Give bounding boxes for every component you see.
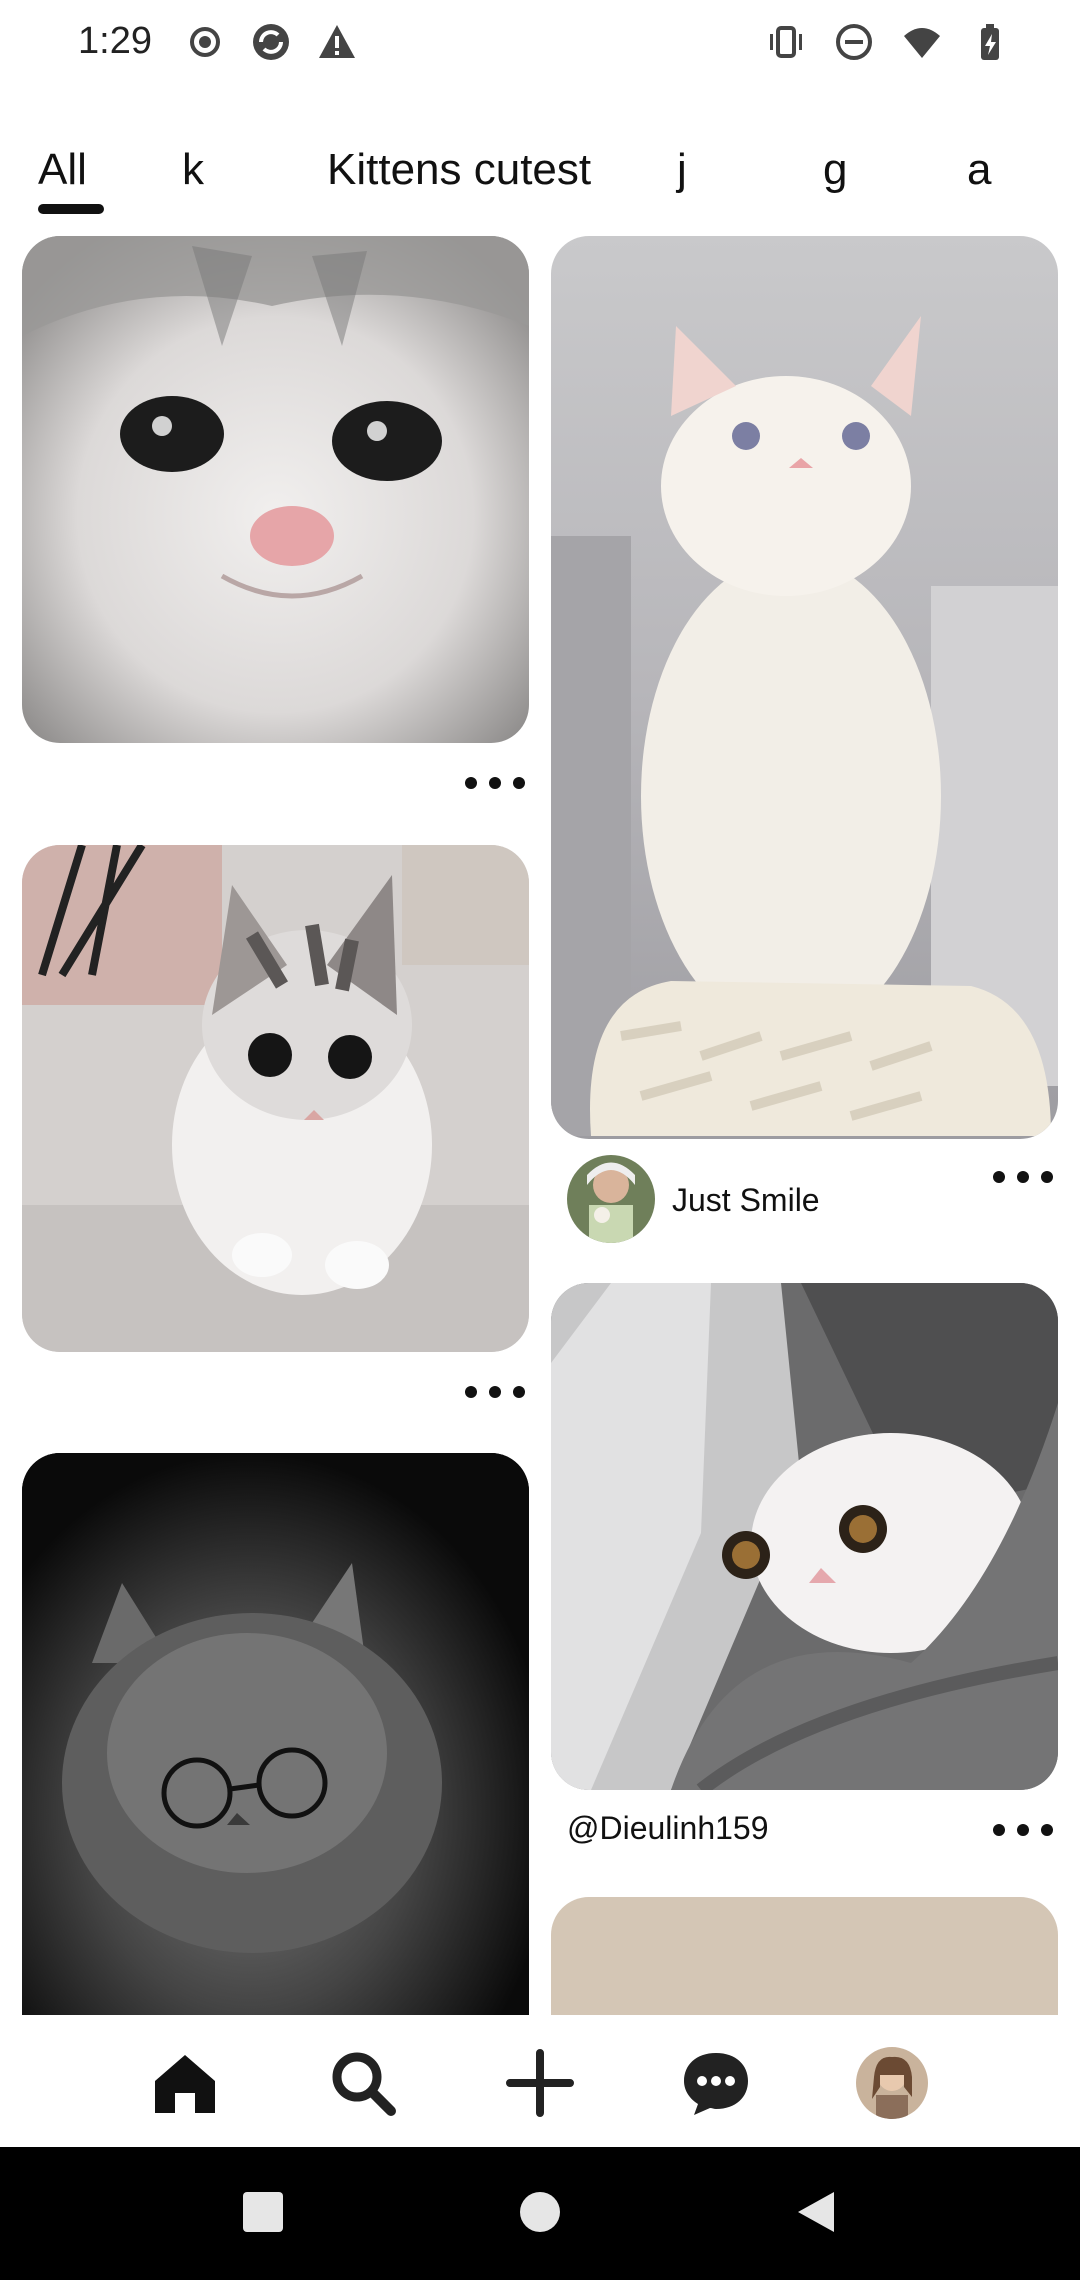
author-avatar[interactable] xyxy=(567,1155,655,1243)
pin-image[interactable] xyxy=(22,845,529,1352)
create-icon[interactable] xyxy=(504,2047,576,2119)
pin-more-button[interactable] xyxy=(465,1377,525,1407)
recents-button[interactable] xyxy=(243,2192,283,2232)
warning-icon xyxy=(319,25,355,58)
wifi-icon xyxy=(904,28,940,58)
tab-selected-indicator xyxy=(38,204,104,214)
do-not-disturb-icon xyxy=(836,24,872,60)
author-name[interactable]: Just Smile xyxy=(672,1182,820,1219)
status-left-icons xyxy=(185,22,357,62)
status-time: 1:29 xyxy=(78,20,152,62)
kitten-in-blanket-image xyxy=(551,1283,1058,1790)
avatar-photo xyxy=(567,1155,655,1243)
tab-g[interactable]: g xyxy=(823,140,847,200)
kitten-walking-image xyxy=(22,845,529,1352)
tab-kittens-cutest[interactable]: Kittens cutest xyxy=(327,140,591,200)
pin-image[interactable] xyxy=(22,1453,529,2053)
tab-a[interactable]: a xyxy=(967,140,991,200)
board-tabs: All k Kittens cutest j g a xyxy=(0,140,1080,220)
bottom-nav xyxy=(0,2015,1080,2147)
tab-k[interactable]: k xyxy=(182,140,204,200)
pin-image[interactable] xyxy=(22,236,529,743)
status-right-icons xyxy=(766,22,1010,62)
kitten-closeup-image xyxy=(22,236,529,743)
pin-more-button[interactable] xyxy=(993,1815,1053,1845)
white-kitten-sitting-image xyxy=(551,236,1058,1139)
tab-j[interactable]: j xyxy=(677,140,687,200)
profile-avatar-image xyxy=(856,2047,928,2119)
status-bar: 1:29 xyxy=(0,0,1080,90)
search-icon[interactable] xyxy=(327,2047,399,2119)
pin-more-button[interactable] xyxy=(465,768,525,798)
pin-more-button[interactable] xyxy=(993,1162,1053,1192)
home-button[interactable] xyxy=(520,2192,560,2232)
profile-avatar[interactable] xyxy=(856,2047,928,2119)
system-nav-bar xyxy=(0,2147,1080,2280)
home-icon[interactable] xyxy=(149,2047,221,2119)
record-icon xyxy=(190,27,220,57)
battery-charging-icon xyxy=(981,24,999,60)
back-button[interactable] xyxy=(796,2190,836,2234)
tab-all[interactable]: All xyxy=(38,140,87,200)
kitten-with-glasses-image xyxy=(22,1453,529,2053)
vibrate-icon xyxy=(770,26,802,58)
messages-icon[interactable] xyxy=(680,2047,752,2119)
author-name[interactable]: @Dieulinh159 xyxy=(567,1810,769,1847)
sync-icon xyxy=(253,24,289,60)
pin-image[interactable] xyxy=(551,236,1058,1139)
pin-image[interactable] xyxy=(551,1283,1058,1790)
